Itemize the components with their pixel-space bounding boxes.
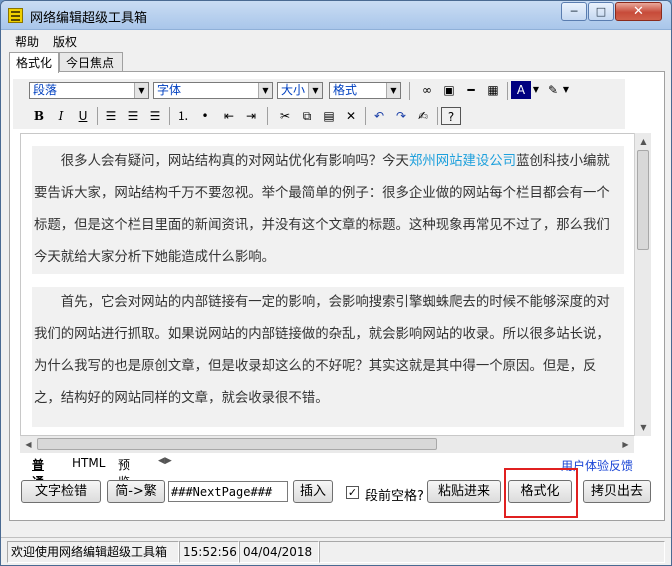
spellcheck-button[interactable]: 文字检错 bbox=[21, 480, 101, 503]
indent-icon[interactable]: ⇥ bbox=[241, 107, 261, 125]
align-right-icon[interactable]: ☰ bbox=[145, 107, 165, 125]
chevron-down-icon[interactable]: ▼ bbox=[531, 81, 541, 99]
status-welcome: 欢迎使用网络编辑超级工具箱 bbox=[7, 541, 179, 563]
undo-icon[interactable]: ↶ bbox=[369, 107, 389, 125]
scroll-thumb[interactable] bbox=[37, 438, 437, 450]
scroll-right-icon[interactable]: ▶ bbox=[617, 436, 634, 453]
tab-html[interactable]: HTML bbox=[72, 456, 105, 470]
cut-icon[interactable]: ✂ bbox=[275, 107, 295, 125]
rich-text-editor[interactable]: 很多人会有疑问，网站结构真的对网站优化有影响吗？今天郑州网站建设公司蓝创科技小编… bbox=[20, 133, 640, 436]
chevron-down-icon: ▼ bbox=[308, 83, 322, 98]
editor-toolbar: 段落 ▼ 字体 ▼ 大小 ▼ 格式 ▼ ∞ ▣ ━ ▦ A ▼ ✎ ▼ B I U ☰ … bbox=[13, 79, 625, 129]
insert-button[interactable]: 插入 bbox=[293, 480, 333, 503]
space-before-label: 段前空格? bbox=[365, 489, 424, 504]
paste-icon[interactable]: ▤ bbox=[319, 107, 339, 125]
annotation-highlight bbox=[504, 468, 578, 518]
nextpage-input[interactable] bbox=[168, 481, 288, 502]
space-before-checkbox[interactable]: ✓ bbox=[346, 486, 359, 499]
chevron-down-icon: ▼ bbox=[386, 83, 400, 98]
app-icon bbox=[8, 8, 23, 23]
font-color-icon[interactable]: A bbox=[511, 81, 531, 99]
status-time: 15:52:56 bbox=[179, 541, 239, 563]
scroll-up-icon[interactable]: ▲ bbox=[635, 133, 652, 150]
menu-help[interactable]: 帮助 bbox=[15, 33, 39, 50]
status-empty bbox=[319, 541, 665, 563]
paragraph-select[interactable]: 段落 ▼ bbox=[29, 82, 149, 99]
menu-copyright[interactable]: 版权 bbox=[53, 33, 77, 50]
toolbar-divider bbox=[97, 107, 98, 125]
editor-horizontal-scrollbar[interactable]: ◀ ▶ bbox=[20, 436, 634, 453]
align-center-icon[interactable]: ☰ bbox=[123, 107, 143, 125]
chevron-down-icon: ▼ bbox=[258, 83, 272, 98]
horizontal-rule-icon[interactable]: ━ bbox=[461, 81, 481, 99]
outdent-icon[interactable]: ⇤ bbox=[219, 107, 239, 125]
toolbar-divider bbox=[365, 107, 366, 125]
window-title: 网络编辑超级工具箱 bbox=[30, 10, 148, 25]
tab-scroll-icon[interactable]: ◀▶ bbox=[158, 456, 172, 466]
editor-paragraph-1: 很多人会有疑问，网站结构真的对网站优化有影响吗？今天郑州网站建设公司蓝创科技小编… bbox=[32, 146, 624, 274]
minimize-button[interactable]: ─ bbox=[561, 2, 587, 21]
scroll-left-icon[interactable]: ◀ bbox=[20, 436, 37, 453]
chevron-down-icon: ▼ bbox=[134, 83, 148, 98]
bold-button[interactable]: B bbox=[29, 107, 49, 125]
simp-trad-button[interactable]: 简->繁 bbox=[107, 480, 165, 503]
ordered-list-icon[interactable]: ⒈ bbox=[173, 107, 193, 125]
highlight-pen-icon[interactable]: ✎ bbox=[543, 81, 563, 99]
align-left-icon[interactable]: ☰ bbox=[101, 107, 121, 125]
size-select[interactable]: 大小 ▼ bbox=[277, 82, 323, 99]
copy-out-button[interactable]: 拷贝出去 bbox=[583, 480, 651, 503]
tab-today-focus[interactable]: 今日焦点 bbox=[59, 52, 123, 72]
edit-note-icon[interactable]: ✍ bbox=[413, 107, 433, 125]
close-button[interactable]: ✕ bbox=[615, 2, 662, 21]
editor-vertical-scrollbar[interactable]: ▲ ▼ bbox=[634, 133, 651, 436]
paste-in-button[interactable]: 粘贴进来 bbox=[427, 480, 501, 503]
redo-icon[interactable]: ↷ bbox=[391, 107, 411, 125]
scroll-down-icon[interactable]: ▼ bbox=[635, 419, 652, 436]
image-icon[interactable]: ▣ bbox=[439, 81, 459, 99]
scroll-thumb[interactable] bbox=[637, 150, 649, 250]
status-date: 04/04/2018 bbox=[239, 541, 319, 563]
toolbar-divider bbox=[507, 82, 508, 100]
underline-button[interactable]: U bbox=[73, 107, 93, 125]
menu-bar: 帮助 版权 bbox=[1, 31, 671, 50]
status-bar: 欢迎使用网络编辑超级工具箱 15:52:56 04/04/2018 bbox=[1, 537, 671, 565]
toolbar-divider bbox=[267, 107, 268, 125]
help-icon[interactable]: ? bbox=[441, 107, 461, 125]
tab-format[interactable]: 格式化 bbox=[9, 52, 59, 73]
link-icon[interactable]: ∞ bbox=[417, 81, 437, 99]
editor-paragraph-2: 首先，它会对网站的内部链接有一定的影响，会影响搜索引擎蜘蛛爬去的时候不能够深度的… bbox=[32, 287, 624, 427]
app-window: 网络编辑超级工具箱 ─ □ ✕ 帮助 版权 格式化 今日焦点 段落 ▼ 字体 ▼ 大… bbox=[0, 0, 672, 566]
company-link[interactable]: 郑州网站建设公司 bbox=[409, 154, 516, 169]
maximize-button[interactable]: □ bbox=[588, 2, 614, 21]
font-select[interactable]: 字体 ▼ bbox=[153, 82, 273, 99]
table-icon[interactable]: ▦ bbox=[483, 81, 503, 99]
format-select[interactable]: 格式 ▼ bbox=[329, 82, 401, 99]
copy-icon[interactable]: ⧉ bbox=[297, 107, 317, 125]
toolbar-divider bbox=[437, 107, 438, 125]
title-bar[interactable]: 网络编辑超级工具箱 ─ □ ✕ bbox=[1, 1, 671, 30]
toolbar-divider bbox=[169, 107, 170, 125]
unordered-list-icon[interactable]: • bbox=[195, 107, 215, 125]
chevron-down-icon[interactable]: ▼ bbox=[561, 81, 571, 99]
delete-icon[interactable]: ✕ bbox=[341, 107, 361, 125]
italic-button[interactable]: I bbox=[51, 107, 71, 125]
toolbar-divider bbox=[409, 82, 410, 100]
